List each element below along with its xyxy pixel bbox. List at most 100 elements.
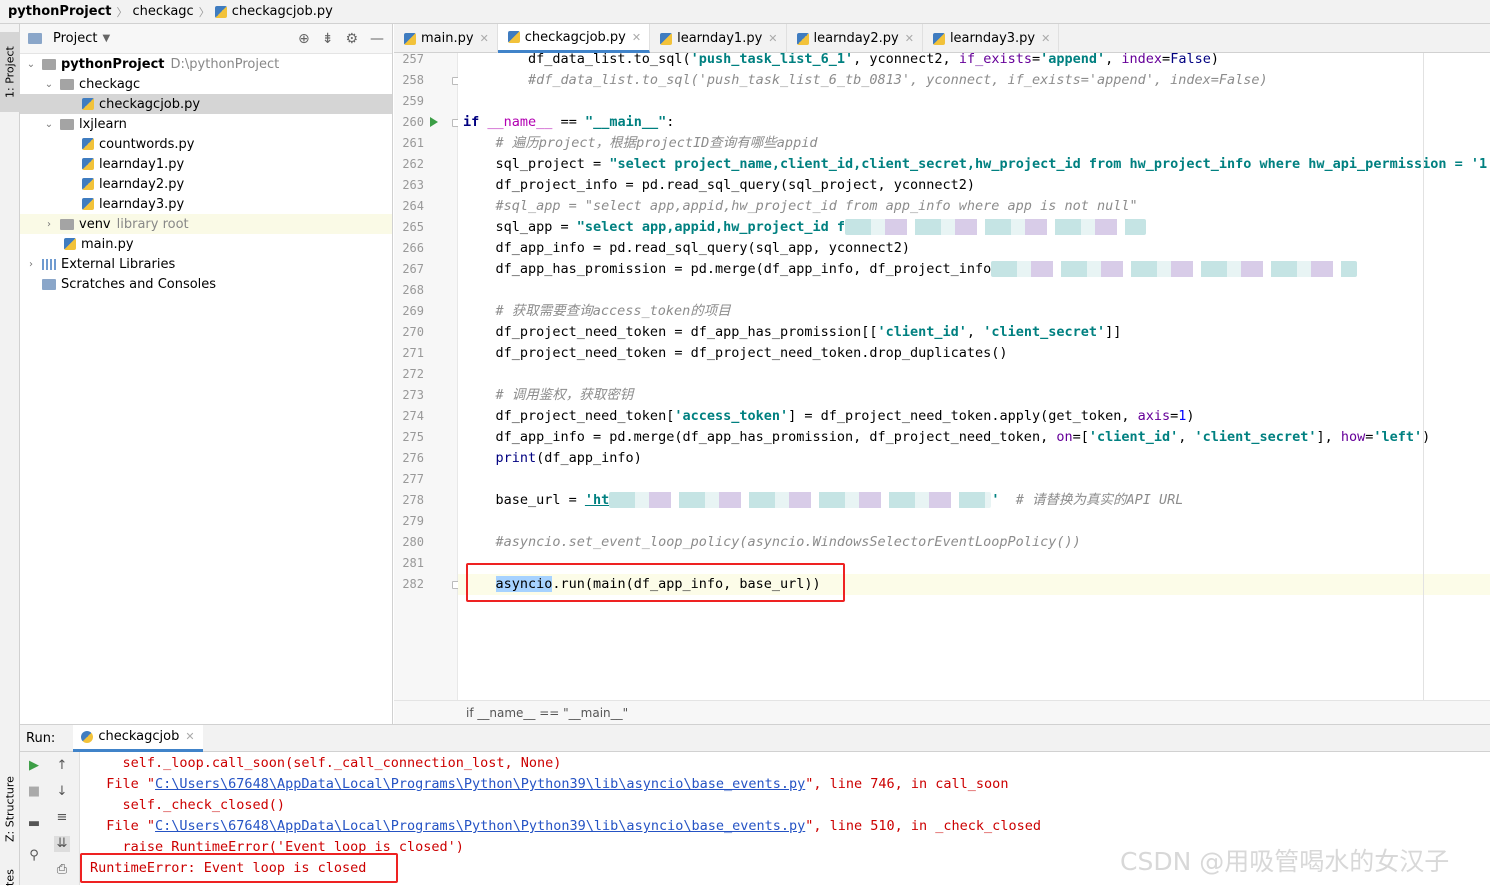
code-line-273: # 调用鉴权，获取密钥: [463, 387, 634, 403]
tree-item-folder[interactable]: › venv library root: [20, 214, 392, 234]
breadcrumb-file[interactable]: checkagcjob.py: [232, 4, 333, 19]
pin-icon[interactable]: ⚲: [26, 848, 42, 864]
close-icon[interactable]: ✕: [905, 32, 914, 45]
chevron-right-icon[interactable]: ›: [26, 259, 36, 270]
code-dunder: __name__: [487, 114, 553, 130]
line-number: 259: [402, 94, 424, 108]
run-tab-label: checkagcjob: [98, 729, 180, 744]
line-number: 268: [402, 283, 424, 297]
line-number: 258: [402, 73, 424, 87]
tree-item-file[interactable]: learnday3.py: [20, 194, 392, 214]
line-number: 271: [402, 346, 424, 360]
code-line-258: #df_data_list.to_sql('push_task_list_6_t…: [463, 72, 1268, 88]
tree-item-label: Scratches and Consoles: [61, 276, 217, 292]
run-tab[interactable]: checkagcjob ✕: [73, 724, 203, 752]
tab-label: checkagcjob.py: [524, 29, 626, 45]
line-number: 277: [402, 472, 424, 486]
tree-item-path: D:\pythonProject: [170, 56, 280, 72]
redacted-region: [845, 219, 1146, 235]
tree-item-folder[interactable]: ⌄ checkagc: [20, 74, 392, 94]
breadcrumb-separator: 〉: [116, 5, 128, 19]
tree-item-scratches[interactable]: Scratches and Consoles: [20, 274, 392, 294]
favorites-tool-tab[interactable]: tes: [0, 869, 20, 886]
right-margin-guide: [1423, 53, 1424, 700]
tree-item-root[interactable]: ⌄ pythonProject D:\pythonProject: [20, 54, 392, 74]
console-text: ", line 746, in call_soon: [805, 776, 1009, 792]
chevron-down-icon[interactable]: ⌄: [44, 119, 54, 130]
code-text: df_project_need_token[: [463, 408, 675, 424]
tree-item-folder[interactable]: ⌄ lxjlearn: [20, 114, 392, 134]
editor-breadcrumb: if __name__ == "__main__": [394, 700, 1490, 724]
line-number: 260: [402, 115, 424, 129]
chevron-down-icon[interactable]: ⌄: [26, 59, 36, 70]
up-arrow-icon[interactable]: ↑: [54, 758, 70, 774]
tree-item-file[interactable]: learnday1.py: [20, 154, 392, 174]
tab-checkagcjob-py[interactable]: checkagcjob.py ✕: [497, 24, 651, 53]
code-text: ] = df_project_need_token.apply(get_toke…: [788, 408, 1138, 424]
collapse-all-icon[interactable]: ⇟: [322, 31, 334, 47]
tree-item-label: venv: [79, 216, 111, 232]
tab-learnday2-py[interactable]: learnday2.py ✕: [787, 24, 923, 53]
print-icon[interactable]: ⎙: [54, 862, 70, 878]
down-arrow-icon[interactable]: ↓: [54, 784, 70, 800]
gear-icon[interactable]: ⚙: [345, 31, 358, 47]
soft-wrap-icon[interactable]: ≡: [54, 810, 70, 826]
console-file-link[interactable]: C:\Users\67648\AppData\Local\Programs\Py…: [155, 818, 805, 834]
line-number: 280: [402, 535, 424, 549]
close-icon[interactable]: ✕: [185, 730, 194, 743]
tree-item-file[interactable]: main.py: [20, 234, 392, 254]
python-file-icon: [214, 5, 227, 18]
python-file-icon: [82, 198, 94, 210]
line-number: 267: [402, 262, 424, 276]
code-editor[interactable]: df_data_list.to_sql('push_task_list_6_1'…: [458, 53, 1490, 700]
run-gutter-icon[interactable]: [430, 117, 438, 127]
annotation-box: [80, 853, 398, 883]
structure-tool-tab[interactable]: Z: Structure: [0, 764, 20, 854]
code-line-266: df_app_info = pd.read_sql_query(sql_app,…: [463, 240, 911, 256]
tree-item-label: pythonProject: [61, 56, 165, 72]
tree-item-file[interactable]: learnday2.py: [20, 174, 392, 194]
code-line-269: # 获取需要查询access_token的项目: [463, 303, 731, 319]
line-number: 269: [402, 304, 424, 318]
code-string: 'client_secret': [1194, 429, 1317, 445]
watermark: CSDN @用吸管喝水的女汉子: [1120, 847, 1450, 876]
locate-icon[interactable]: ⊕: [298, 31, 310, 47]
layout-icon[interactable]: ▬: [26, 816, 42, 832]
scroll-to-end-icon[interactable]: ⇊: [54, 836, 70, 852]
chevron-down-icon[interactable]: ▼: [102, 33, 110, 44]
line-number: 257: [402, 52, 424, 66]
stop-icon[interactable]: ■: [26, 784, 42, 800]
code-kwarg: if_exists: [958, 53, 1032, 67]
breadcrumb-folder[interactable]: checkagc: [133, 4, 194, 19]
chevron-down-icon[interactable]: ⌄: [44, 79, 54, 90]
redacted-region: [991, 261, 1358, 277]
project-view-selector[interactable]: Project: [53, 31, 97, 46]
tree-item-file[interactable]: checkagcjob.py: [20, 94, 392, 114]
code-line-276: print(df_app_info): [458, 448, 1490, 469]
console-file-link[interactable]: C:\Users\67648\AppData\Local\Programs\Py…: [155, 776, 805, 792]
code-line-264: #sql_app = "select app,appid,hw_project_…: [463, 198, 1138, 214]
tree-item-file[interactable]: countwords.py: [20, 134, 392, 154]
code-line-275: df_app_info = pd.merge(df_app_has_promis…: [458, 427, 1490, 448]
python-run-icon: [81, 730, 94, 743]
breadcrumb-project[interactable]: pythonProject: [8, 4, 112, 19]
close-icon[interactable]: ✕: [768, 32, 777, 45]
close-icon[interactable]: ✕: [1041, 32, 1050, 45]
library-root-label: library root: [116, 216, 189, 232]
line-number: 264: [402, 199, 424, 213]
close-icon[interactable]: ✕: [480, 32, 489, 45]
code-line-265: sql_app = "select app,appid,hw_project_i…: [458, 217, 1490, 238]
code-line-260: if __name__ == "__main__":: [458, 112, 1490, 133]
tab-learnday1-py[interactable]: learnday1.py ✕: [650, 24, 787, 53]
rerun-icon[interactable]: ▶: [26, 758, 42, 774]
code-keyword: False: [1170, 53, 1211, 67]
tree-item-libraries[interactable]: › External Libraries: [20, 254, 392, 274]
project-tool-tab[interactable]: 1: Project: [0, 32, 20, 112]
close-icon[interactable]: ✕: [632, 31, 641, 44]
code-kwarg: how: [1340, 429, 1366, 445]
tab-label: learnday1.py: [677, 31, 763, 46]
tab-learnday3-py[interactable]: learnday3.py ✕: [923, 24, 1060, 53]
libraries-icon: [42, 258, 56, 270]
hide-icon[interactable]: —: [370, 31, 384, 47]
chevron-right-icon[interactable]: ›: [44, 219, 54, 230]
